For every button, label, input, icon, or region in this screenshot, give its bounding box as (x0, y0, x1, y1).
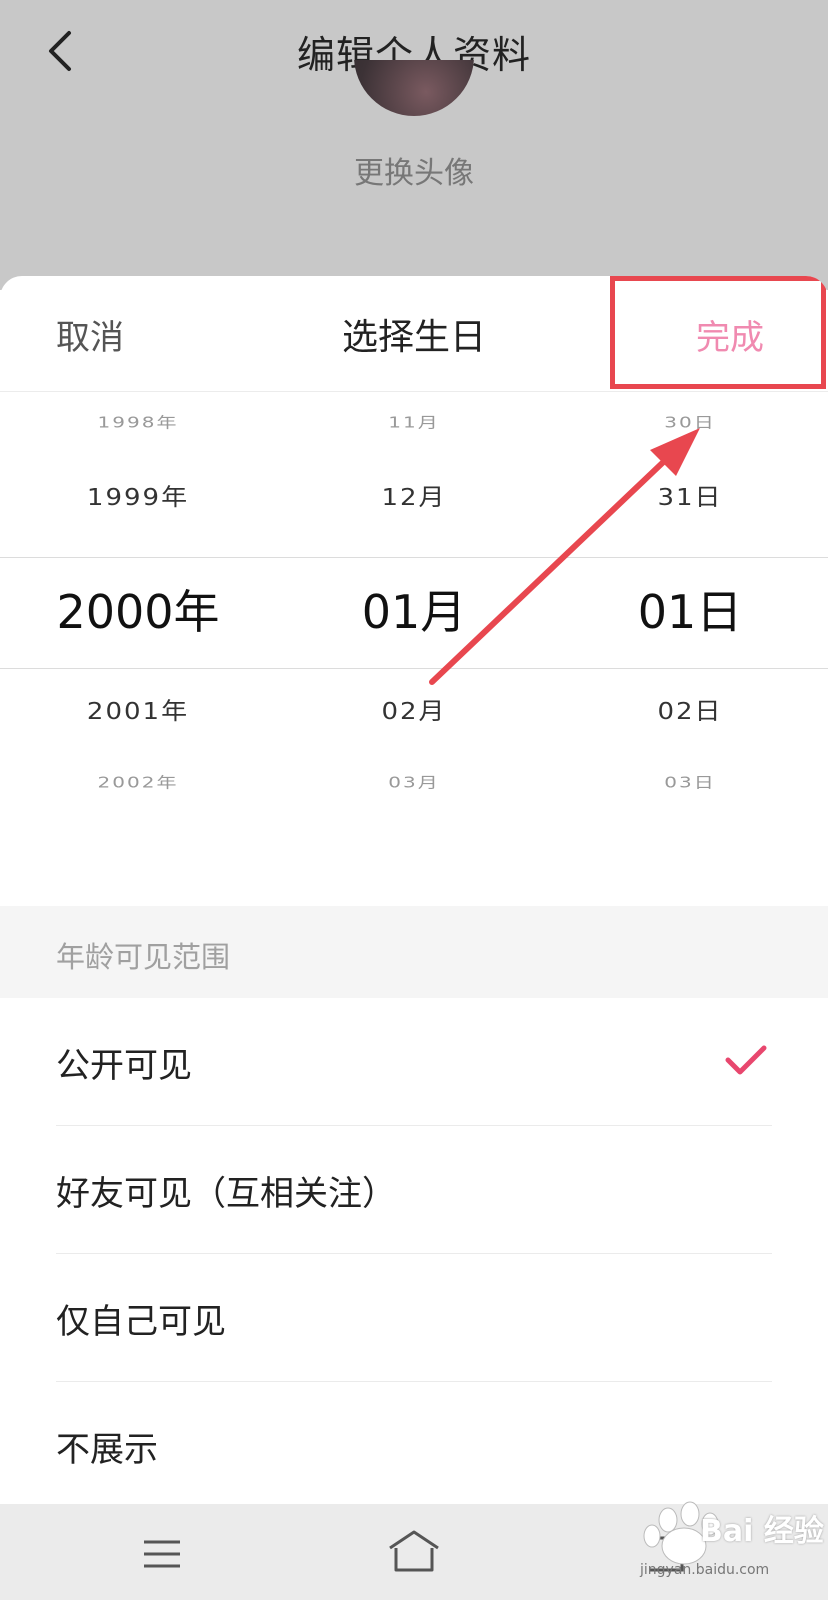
checkmark-icon (725, 1045, 767, 1075)
birthday-picker-sheet: 取消 选择生日 完成 1998年 11月 30日 1999年 12月 31日 2… (0, 276, 828, 1504)
option-label: 好友可见（互相关注） (56, 1174, 396, 1214)
watermark-url: jingyan.baidu.com (640, 1562, 770, 1578)
date-picker[interactable]: 1998年 11月 30日 1999年 12月 31日 2000年 01月 01… (0, 392, 828, 892)
year-option[interactable]: 2001年 (0, 685, 276, 739)
visibility-option-public[interactable]: 公开可见 (56, 998, 772, 1126)
age-visibility-header: 年龄可见范围 (0, 906, 828, 998)
day-option[interactable]: 30日 (552, 406, 828, 439)
picker-row[interactable]: 2002年 03月 03日 (0, 760, 828, 804)
year-option[interactable]: 1999年 (0, 471, 276, 525)
month-option[interactable]: 12月 (276, 471, 552, 525)
picker-row[interactable]: 1998年 11月 30日 (0, 400, 828, 444)
selection-divider-bottom (0, 668, 828, 669)
picker-row[interactable]: 1999年 12月 31日 (0, 468, 828, 528)
home-icon[interactable] (386, 1526, 442, 1576)
option-label: 不展示 (56, 1430, 158, 1470)
picker-row[interactable]: 2001年 02月 02日 (0, 682, 828, 742)
visibility-option-friends[interactable]: 好友可见（互相关注） (56, 1126, 772, 1254)
picker-row-selected[interactable]: 2000年 01月 01日 (0, 570, 828, 654)
day-option[interactable]: 31日 (552, 471, 828, 525)
watermark-text: Bai 经验 (700, 1514, 824, 1549)
month-option[interactable]: 11月 (276, 406, 552, 439)
menu-icon[interactable] (140, 1534, 184, 1574)
day-selected[interactable]: 01日 (552, 570, 828, 654)
month-selected[interactable]: 01月 (276, 570, 552, 654)
sheet-header: 取消 选择生日 完成 (0, 276, 828, 392)
section-label: 年龄可见范围 (56, 940, 231, 974)
selection-divider-top (0, 557, 828, 558)
year-selected[interactable]: 2000年 (0, 570, 276, 654)
annotation-highlight-box (610, 276, 826, 389)
year-option[interactable]: 2002年 (0, 766, 276, 799)
page-background: 编辑个人资料 更换头像 (0, 0, 828, 290)
option-label: 仅自己可见 (56, 1302, 226, 1342)
day-option[interactable]: 03日 (552, 766, 828, 799)
month-option[interactable]: 03月 (276, 766, 552, 799)
day-option[interactable]: 02日 (552, 685, 828, 739)
visibility-option-hidden[interactable]: 不展示 (56, 1382, 772, 1504)
option-label: 公开可见 (56, 1046, 192, 1086)
visibility-option-self[interactable]: 仅自己可见 (56, 1254, 772, 1382)
change-avatar-link[interactable]: 更换头像 (0, 148, 828, 192)
month-option[interactable]: 02月 (276, 685, 552, 739)
avatar[interactable] (354, 60, 474, 116)
year-option[interactable]: 1998年 (0, 406, 276, 439)
